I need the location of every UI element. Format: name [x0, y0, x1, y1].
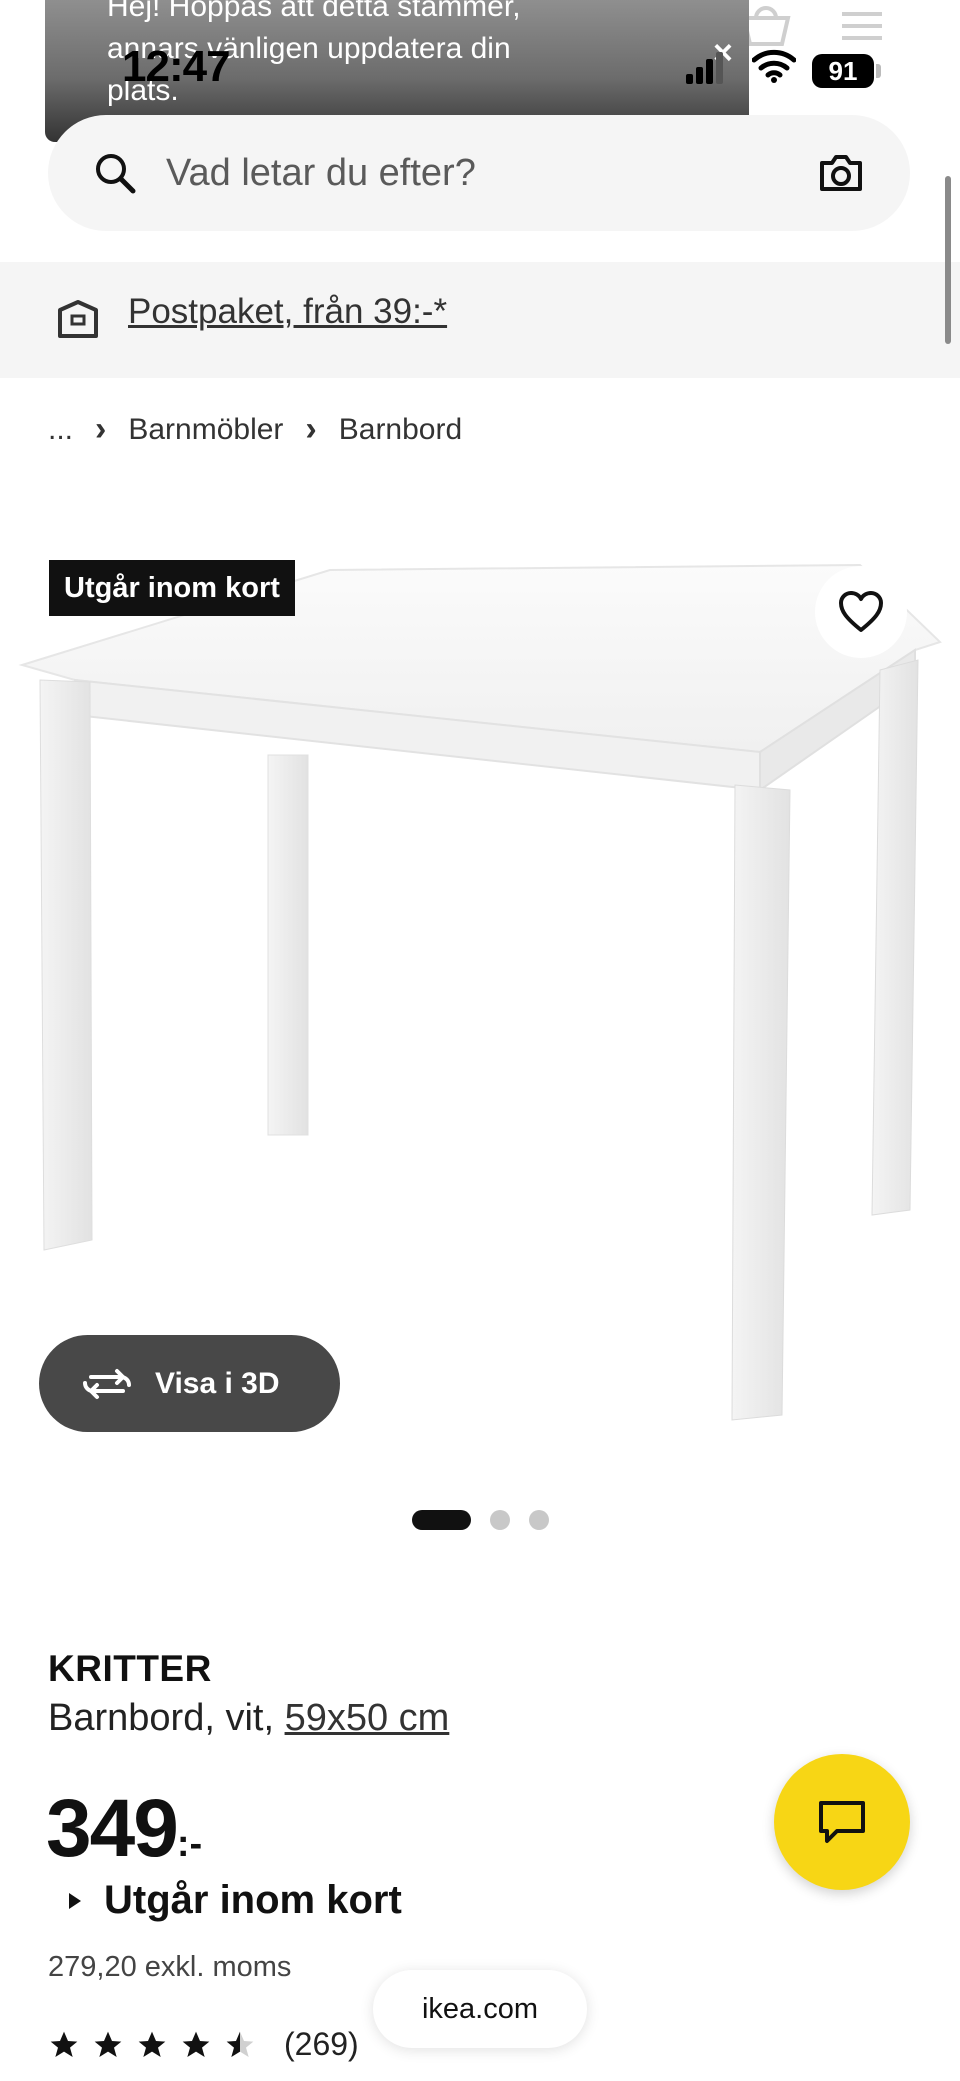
star-icon: [48, 2029, 80, 2061]
product-image[interactable]: [0, 540, 960, 1460]
carousel-dot-3[interactable]: [529, 1510, 549, 1530]
search-icon: [96, 154, 136, 194]
heart-icon: [839, 591, 883, 632]
page-scrollbar[interactable]: [945, 176, 951, 344]
availability-text: Utgår inom kort: [104, 1878, 402, 1922]
price-excl-vat: 279,20 exkl. moms: [48, 1951, 292, 1983]
carousel-dot-1[interactable]: [412, 1510, 471, 1530]
availability-toggle[interactable]: Utgår inom kort: [68, 1878, 402, 1923]
size-link[interactable]: 59x50 cm: [285, 1697, 450, 1739]
star-icon: [180, 2029, 212, 2061]
star-icon: [92, 2029, 124, 2061]
price-amount: 349: [46, 1783, 179, 1874]
parcel-icon: [58, 300, 98, 338]
wifi-icon: [752, 49, 796, 83]
browser-url-bar[interactable]: ikea.com: [373, 1970, 587, 2048]
cellular-signal-icon: [686, 52, 723, 84]
battery-indicator: 91: [812, 54, 874, 88]
favorite-button[interactable]: [815, 566, 907, 658]
rating-count: (269): [284, 2026, 359, 2062]
breadcrumb-item-barnbord[interactable]: Barnbord: [339, 413, 462, 447]
discontinued-badge: Utgår inom kort: [49, 560, 295, 616]
chat-icon: [819, 1801, 865, 1843]
carousel-dot-2[interactable]: [490, 1510, 510, 1530]
hamburger-menu-icon[interactable]: [838, 4, 886, 48]
status-time: 12:47: [122, 42, 231, 91]
chat-button[interactable]: [774, 1754, 910, 1890]
delivery-banner: Postpaket, från 39:-*: [0, 262, 960, 378]
view-in-3d-button[interactable]: Visa i 3D: [39, 1335, 340, 1432]
price-suffix: :-: [176, 1823, 203, 1865]
product-type: Barnbord, vit,: [48, 1697, 274, 1739]
breadcrumb-separator: ›: [305, 410, 317, 448]
search-input[interactable]: [166, 145, 726, 201]
delivery-link[interactable]: Postpaket, från 39:-*: [128, 292, 447, 332]
search-bar[interactable]: [48, 115, 910, 231]
product-price: 349 :-: [46, 1782, 202, 1876]
view-in-3d-label: Visa i 3D: [155, 1366, 280, 1400]
product-name: KRITTER: [48, 1648, 212, 1689]
battery-tip: [876, 64, 881, 78]
breadcrumb-item-barnmobler[interactable]: Barnmöbler: [128, 413, 283, 447]
breadcrumb: ... › Barnmöbler › Barnbord: [48, 410, 462, 449]
rotate-3d-icon: [81, 1367, 133, 1401]
image-carousel-dots: [412, 1510, 568, 1530]
star-icon: [136, 2029, 168, 2061]
product-rating[interactable]: (269): [48, 2026, 359, 2063]
breadcrumb-ellipsis[interactable]: ...: [48, 413, 73, 447]
caret-right-icon: [68, 1892, 82, 1910]
camera-icon[interactable]: [818, 153, 864, 193]
breadcrumb-separator: ›: [95, 410, 107, 448]
half-star-icon: [224, 2029, 256, 2061]
product-description: Barnbord, vit, 59x50 cm: [48, 1697, 449, 1740]
